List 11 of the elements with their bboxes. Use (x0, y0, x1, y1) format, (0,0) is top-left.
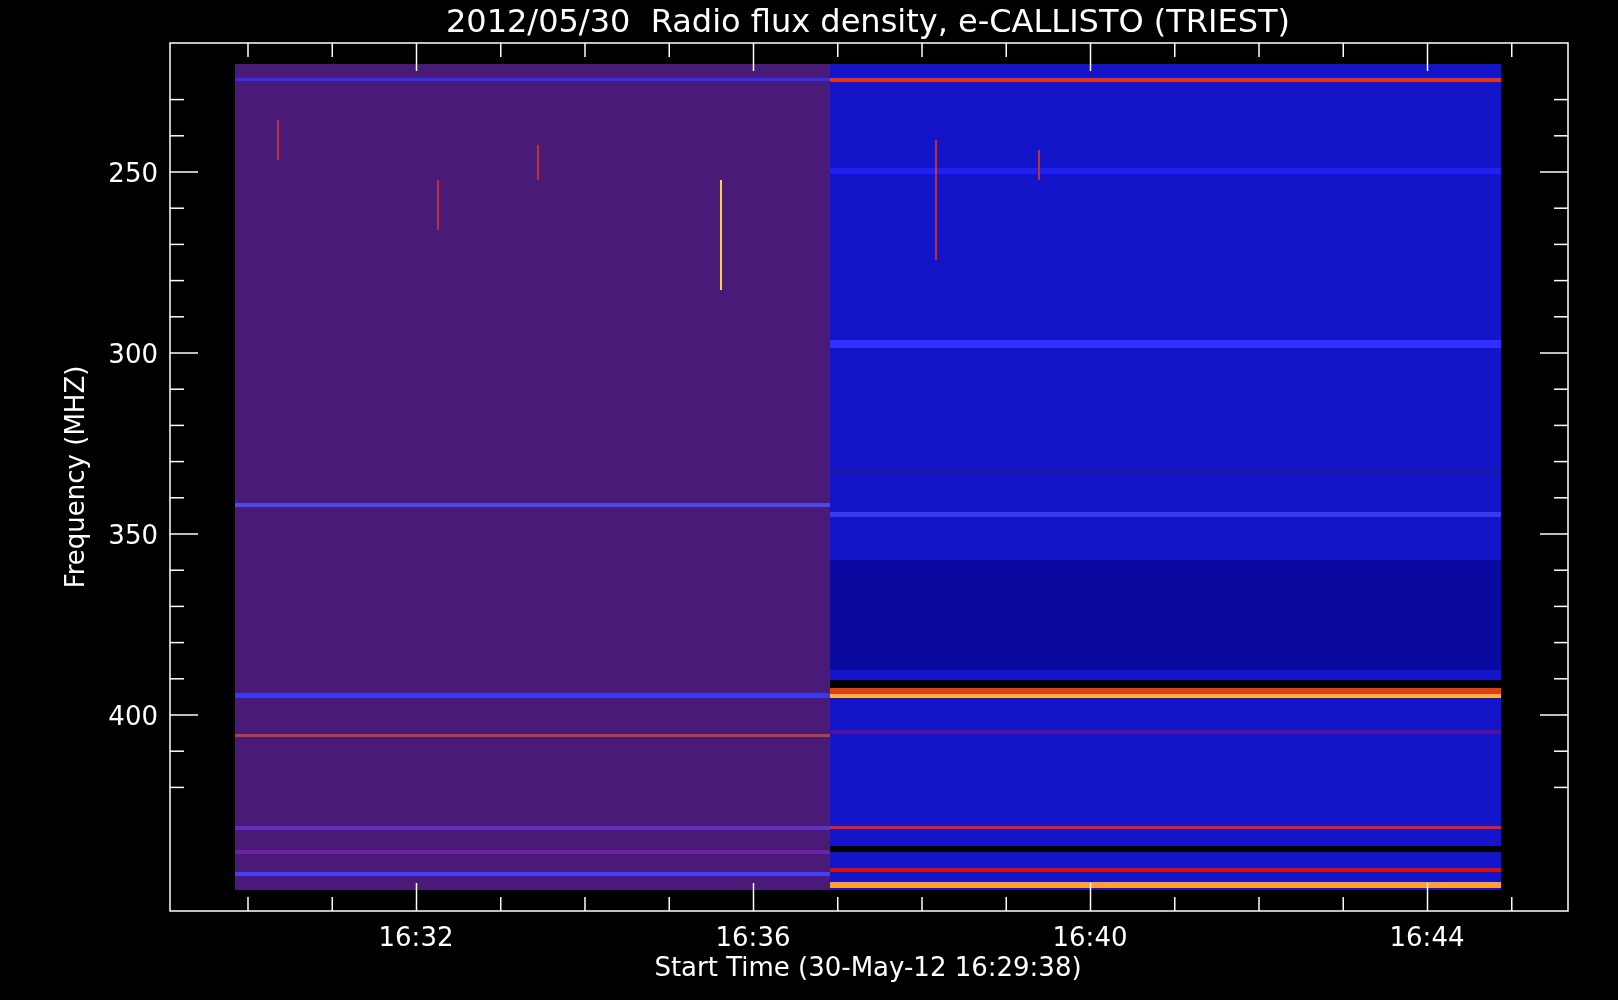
y-axis-label: Frequency (MHZ) (60, 365, 90, 589)
x-axis-label: Start Time (30-May-12 16:29:38) (654, 952, 1082, 982)
y-tick-label: 400 (108, 701, 158, 731)
x-tick-label: 16:44 (1389, 922, 1465, 952)
x-tick-label: 16:40 (1052, 922, 1128, 952)
x-tick-label: 16:36 (715, 922, 791, 952)
plot-title: 2012/05/30 Radio flux density, e-CALLISTO (TRIEST) (445, 2, 1291, 40)
x-tick-label: 16:32 (378, 922, 454, 952)
y-tick-label: 350 (108, 520, 158, 550)
y-tick-label: 250 (108, 158, 158, 188)
y-tick-label: 300 (108, 339, 158, 369)
